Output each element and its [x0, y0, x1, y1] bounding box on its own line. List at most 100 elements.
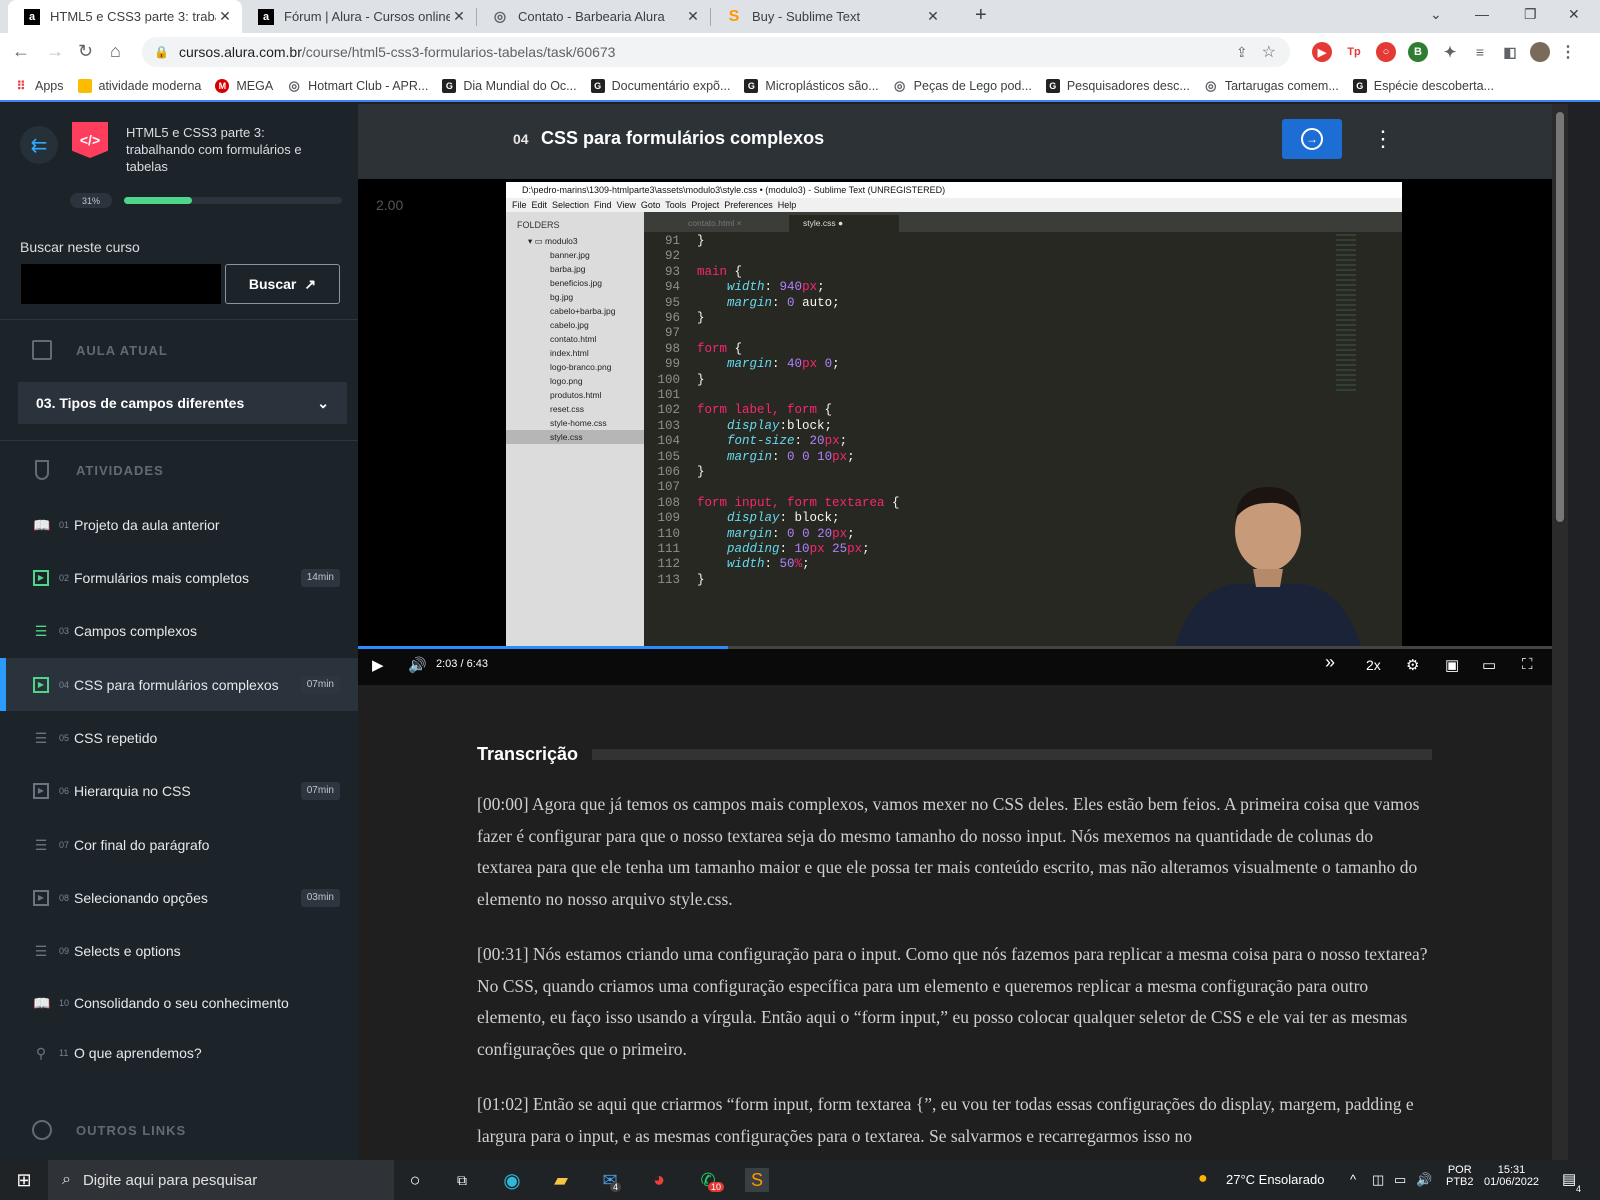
tp-ext-icon[interactable]: Tp	[1344, 42, 1364, 62]
playback-rate-button[interactable]: 2x	[1366, 657, 1381, 673]
restore-icon[interactable]: ❐	[1524, 6, 1537, 23]
extensions-icon[interactable]: ✦	[1440, 42, 1460, 62]
bookmark-item[interactable]: G Microplásticos são...	[744, 78, 879, 93]
b-plus-ext-icon[interactable]: B	[1408, 42, 1428, 62]
lesson-select[interactable]: 03. Tipos de campos diferentes ⌄	[18, 382, 347, 424]
file-explorer-icon[interactable]: ▰	[549, 1168, 573, 1192]
heading-rule	[592, 749, 1432, 760]
sidebar-item-activity[interactable]: ⚲ 11 O que aprendemos?	[0, 1026, 358, 1079]
theater-mode-icon[interactable]: ▭	[1482, 656, 1496, 674]
edge-icon[interactable]: ◉	[500, 1168, 524, 1192]
weather-text[interactable]: 27°C Ensolarado	[1226, 1172, 1324, 1187]
picture-in-picture-icon[interactable]: ▣	[1445, 656, 1459, 674]
scrollbar-thumb[interactable]	[1556, 112, 1564, 522]
sidebar-item-activity[interactable]: ▶ 06 Hierarquia no CSS 07min	[0, 764, 358, 817]
windows-start-icon[interactable]: ⊞	[12, 1168, 36, 1192]
bookmarks-bar: ⠿ Apps atividade moderna M MEGA ◎ Hotmart C…	[0, 71, 1600, 102]
sidebar-item-activity[interactable]: ☰ 09 Selects e options	[0, 924, 358, 977]
video-player[interactable]: 2.00 D:\pedro-marins\1309-htmlparte3\ass…	[358, 179, 1552, 685]
activity-title: Consolidando o seu conhecimento	[74, 994, 289, 1011]
bookmark-item[interactable]: ◎ Tartarugas comem...	[1204, 78, 1339, 93]
back-arrow-icon[interactable]: ⇇	[20, 126, 58, 164]
line-number: 113	[657, 572, 680, 587]
task-view-icon[interactable]: ⧉	[450, 1168, 474, 1192]
volume-tray-icon[interactable]: 🔊	[1416, 1172, 1432, 1188]
close-window-icon[interactable]: ✕	[1568, 6, 1580, 23]
bookmark-item[interactable]: atividade moderna	[77, 78, 201, 93]
bookmark-item[interactable]: G Dia Mundial do Oc...	[442, 78, 577, 93]
folders-label: FOLDERS	[517, 220, 560, 230]
skip-forward-icon[interactable]: »	[1325, 652, 1335, 673]
alura-favicon-icon: a	[24, 8, 40, 25]
volume-icon[interactable]: 🔊	[408, 656, 427, 674]
play-icon[interactable]: ▶	[372, 656, 384, 674]
fullscreen-icon[interactable]: ⛶	[1522, 656, 1533, 673]
browser-tab-alura-course[interactable]: a HTML5 e CSS3 parte 3: trabalhan ✕	[8, 0, 242, 33]
back-icon[interactable]: ←	[12, 41, 30, 62]
bookmark-apps[interactable]: ⠿ Apps	[14, 79, 64, 93]
bookmark-item[interactable]: ◎ Peças de Lego pod...	[893, 78, 1032, 93]
tab-search-icon[interactable]: ⌄	[1430, 6, 1442, 23]
browser-tab-contato[interactable]: ◎ Contato - Barbearia Alura ✕	[476, 0, 710, 33]
clock[interactable]: 15:31 01/06/2022	[1484, 1164, 1539, 1188]
sidebar-item-activity[interactable]: ☰ 05 CSS repetido	[0, 711, 358, 764]
sidebar-item-activity[interactable]: ▶ 02 Formulários mais completos 14min	[0, 551, 358, 604]
new-tab-icon[interactable]: +	[975, 4, 987, 27]
tray-chevron-icon[interactable]: ^	[1350, 1172, 1356, 1187]
course-search-input[interactable]	[21, 264, 221, 304]
tab-close-icon[interactable]: ✕	[450, 8, 468, 25]
media-icon[interactable]: ≡	[1470, 42, 1490, 62]
record-ext-icon[interactable]: ○	[1376, 42, 1396, 62]
browser-tab-sublime[interactable]: S Buy - Sublime Text ✕	[710, 0, 950, 33]
tab-close-icon[interactable]: ✕	[684, 8, 702, 25]
chrome-icon[interactable]: ◕	[647, 1168, 671, 1192]
bookmark-item[interactable]: M MEGA	[215, 78, 273, 93]
tab-close-icon[interactable]: ✕	[924, 8, 942, 25]
sidebar-item-activity[interactable]: 📖 10 Consolidando o seu conhecimento	[0, 976, 358, 1029]
browser-tab-forum[interactable]: a Fórum | Alura - Cursos online de ✕	[242, 0, 476, 33]
g1-icon: G	[1045, 78, 1060, 93]
weather-sun-icon[interactable]: ●	[1198, 1170, 1208, 1188]
address-bar[interactable]: 🔒 cursos.alura.com.br /course/html5-css3…	[142, 37, 1290, 67]
bookmark-star-icon[interactable]: ☆	[1262, 42, 1276, 62]
home-icon[interactable]: ⌂	[110, 41, 121, 62]
video-icon: ▶	[33, 889, 49, 906]
video-icon: ▶	[33, 782, 49, 799]
sidebar-item-activity[interactable]: 📖 01 Projeto da aula anterior	[0, 498, 358, 551]
next-activity-button[interactable]: →	[1282, 119, 1342, 159]
sublime-taskbar-icon[interactable]: S	[745, 1168, 769, 1192]
transcript-header: Transcrição	[477, 744, 1432, 765]
taskbar-search[interactable]: ⌕ Digite aqui para pesquisar	[48, 1160, 394, 1200]
menu-kebab-icon[interactable]: ⋮	[1558, 42, 1578, 62]
forward-icon[interactable]: →	[46, 41, 64, 62]
sublime-folder-sidebar: FOLDERS ▾ ▭ modulo3 banner.jpg barba.jpg b…	[506, 212, 644, 656]
more-options-icon[interactable]: ⋮	[1372, 126, 1394, 152]
cortana-icon[interactable]: ○	[403, 1168, 427, 1192]
sidebar-item-activity[interactable]: ▶ 04 CSS para formulários complexos 07min	[0, 658, 358, 711]
language-indicator[interactable]: POR PTB2	[1446, 1164, 1474, 1188]
sidebar-item-activity[interactable]: ☰ 03 Campos complexos	[0, 604, 358, 657]
search-button[interactable]: Buscar ↗	[225, 264, 340, 304]
bookmark-item[interactable]: ◎ Hotmart Club - APR...	[287, 78, 429, 93]
activity-duration-badge: 07min	[300, 781, 340, 800]
minimize-icon[interactable]: —	[1475, 6, 1489, 22]
sidebar-item-activity[interactable]: ☰ 07 Cor final do parágrafo	[0, 818, 358, 871]
share-icon[interactable]: ⇪	[1236, 44, 1248, 61]
side-panel-icon[interactable]: ◧	[1500, 42, 1520, 62]
globe-icon: ◎	[493, 8, 507, 24]
bookmark-item[interactable]: G Espécie descoberta...	[1352, 78, 1494, 93]
bookmark-item[interactable]: G Pesquisadores desc...	[1045, 78, 1190, 93]
profile-avatar[interactable]	[1530, 42, 1550, 62]
reload-icon[interactable]: ↻	[78, 41, 93, 62]
sidebar-item-activity[interactable]: ▶ 08 Selecionando opções 03min	[0, 871, 358, 924]
seek-bar[interactable]	[358, 646, 1552, 649]
page-scrollbar[interactable]	[1552, 104, 1568, 1160]
tray-app-icon[interactable]: ◫	[1372, 1172, 1384, 1188]
youtube-ext-icon[interactable]: ▶	[1312, 42, 1332, 62]
tab-close-icon[interactable]: ✕	[216, 8, 234, 25]
network-icon[interactable]: ▭	[1394, 1172, 1406, 1188]
course-sidebar: ⇇ </> HTML5 e CSS3 parte 3: trabalhando …	[0, 104, 358, 1160]
bookmark-item[interactable]: G Documentário expõ...	[590, 78, 730, 93]
notifications-icon[interactable]: ▤	[1562, 1170, 1576, 1188]
settings-gear-icon[interactable]: ⚙	[1406, 656, 1419, 674]
